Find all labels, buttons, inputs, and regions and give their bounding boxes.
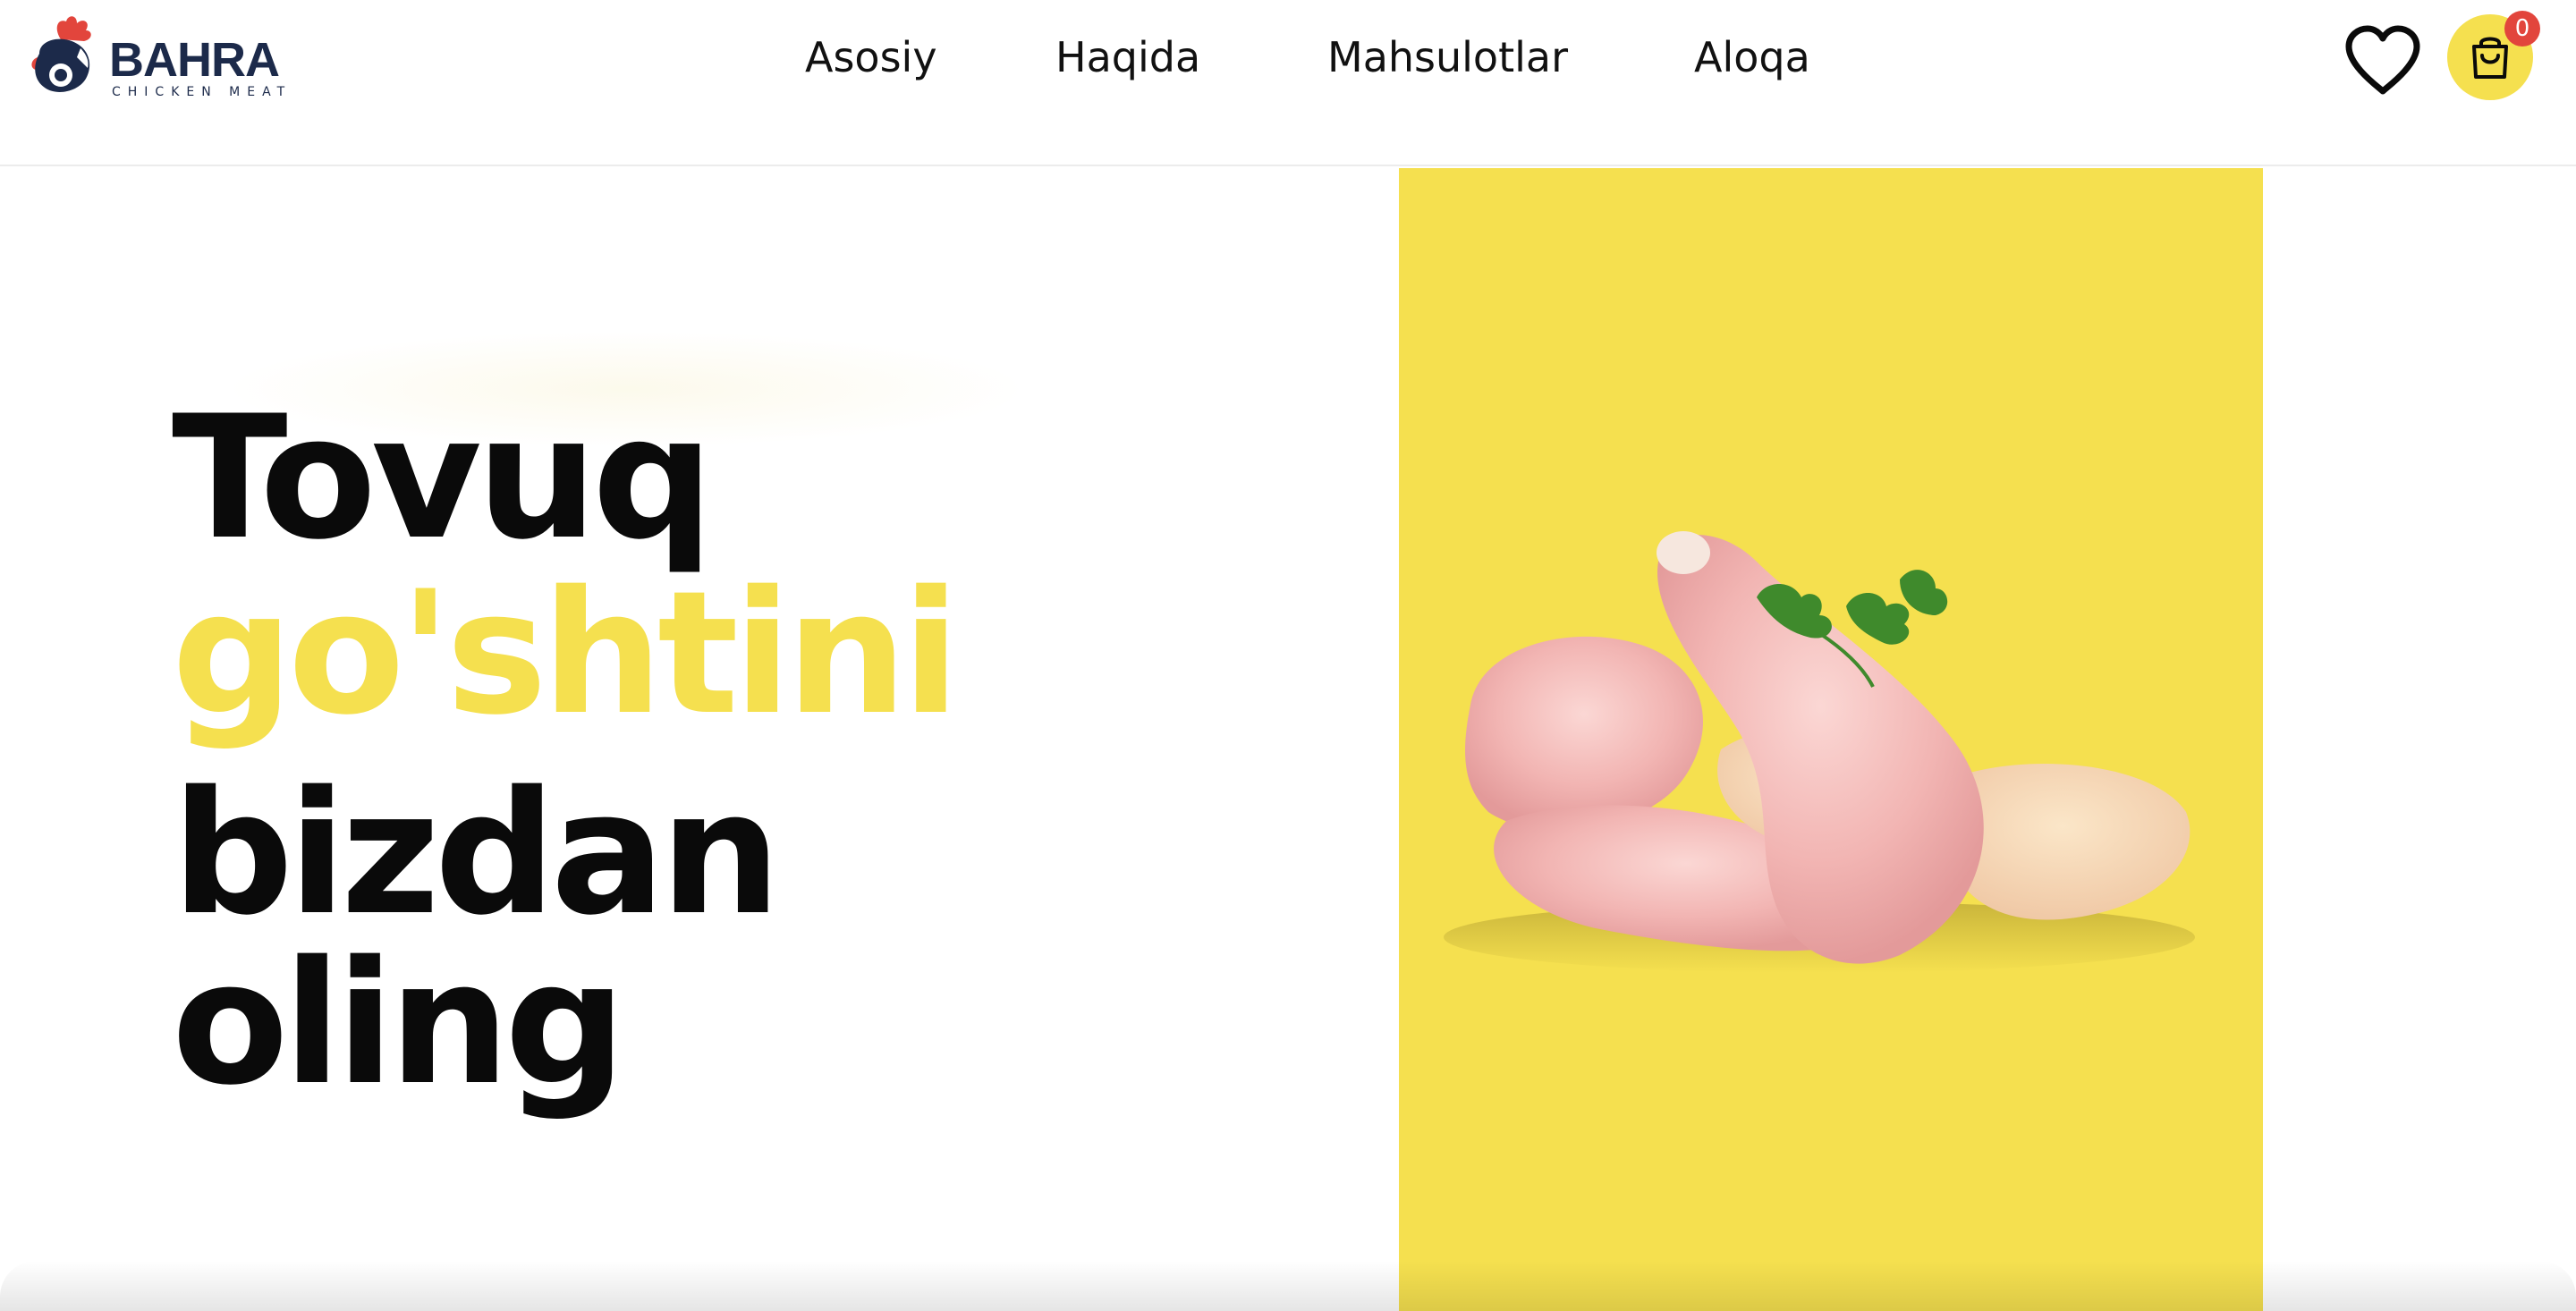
hero-line-4: oling [172, 925, 626, 1122]
hero-line-3: bizdan [172, 755, 781, 952]
brand-logo[interactable]: BAHRA CHICKEN MEAT [27, 13, 304, 102]
heart-icon [2345, 25, 2420, 95]
wishlist-button[interactable] [2343, 25, 2422, 97]
shopping-bag-icon [2472, 37, 2508, 79]
section-divider-shadow [0, 1261, 2576, 1311]
nav-item-aloqa[interactable]: Aloqa [1694, 29, 1810, 86]
nav-item-haqida[interactable]: Haqida [1055, 29, 1200, 86]
hero-image-panel [1399, 168, 2263, 1311]
brand-tagline: CHICKEN MEAT [112, 85, 292, 99]
hero-line-1: Tovuq [172, 379, 714, 577]
cart-count-badge: 0 [2504, 11, 2540, 47]
nav-item-asosiy[interactable]: Asosiy [805, 29, 937, 86]
brand-name: BAHRA [109, 33, 280, 87]
rooster-logo-icon [31, 16, 91, 92]
page: BAHRA CHICKEN MEAT Asosiy Haqida Mahsulo… [0, 0, 2576, 1311]
site-header: BAHRA CHICKEN MEAT Asosiy Haqida Mahsulo… [0, 0, 2576, 166]
nav-item-mahsulotlar[interactable]: Mahsulotlar [1327, 29, 1568, 86]
hero-line-2: go'shtini [172, 554, 960, 752]
chicken-drumsticks-image [1444, 531, 2195, 973]
cart-button[interactable]: 0 [2447, 11, 2540, 100]
